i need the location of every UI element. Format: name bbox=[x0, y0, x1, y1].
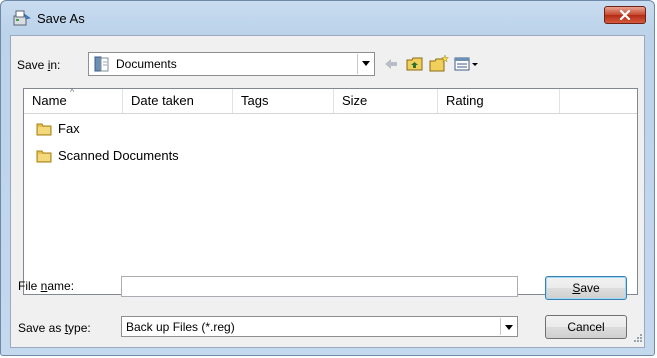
save-in-label: Save in: bbox=[17, 58, 61, 72]
up-one-level-icon bbox=[406, 57, 423, 71]
list-item-label: Fax bbox=[58, 121, 80, 136]
sort-ascending-icon: ^ bbox=[70, 87, 75, 97]
back-button[interactable] bbox=[383, 54, 399, 74]
column-size[interactable]: Size bbox=[334, 89, 438, 113]
list-item-label: Scanned Documents bbox=[58, 148, 179, 163]
save-as-app-icon bbox=[13, 10, 31, 26]
column-tags[interactable]: Tags bbox=[233, 89, 334, 113]
window-title: Save As bbox=[37, 11, 85, 26]
save-in-combobox[interactable]: Documents bbox=[88, 52, 375, 76]
title-bar[interactable]: Save As bbox=[1, 1, 654, 35]
close-button[interactable] bbox=[604, 6, 646, 24]
views-menu-button[interactable] bbox=[454, 54, 480, 74]
back-arrow-icon bbox=[385, 59, 397, 69]
save-as-type-dropdown-button[interactable] bbox=[500, 318, 516, 335]
column-header: Name ^ Date taken Tags Size Rating bbox=[24, 87, 637, 114]
cancel-button[interactable]: Cancel bbox=[545, 315, 627, 339]
save-as-dialog: Save As Save in: Documents Name ^ Date t… bbox=[0, 0, 655, 356]
save-as-type-value: Back up Files (*.reg) bbox=[126, 320, 235, 334]
save-in-dropdown-button[interactable] bbox=[357, 54, 373, 74]
file-name-label: File name: bbox=[18, 279, 75, 293]
chevron-down-icon bbox=[505, 325, 513, 330]
new-folder-icon bbox=[429, 54, 450, 72]
up-one-level-button[interactable] bbox=[406, 54, 424, 74]
column-name[interactable]: Name ^ bbox=[24, 87, 123, 113]
create-new-folder-button[interactable] bbox=[429, 54, 450, 74]
documents-library-icon bbox=[94, 56, 110, 75]
resize-grip[interactable] bbox=[633, 332, 643, 346]
save-as-type-label: Save as type: bbox=[18, 321, 91, 335]
file-name-input[interactable] bbox=[121, 276, 518, 297]
views-menu-icon bbox=[454, 57, 478, 71]
column-rating[interactable]: Rating bbox=[438, 89, 560, 113]
column-date-taken[interactable]: Date taken bbox=[123, 89, 233, 113]
save-in-value: Documents bbox=[116, 57, 177, 71]
save-as-type-combobox[interactable]: Back up Files (*.reg) bbox=[121, 316, 518, 337]
close-icon bbox=[619, 10, 631, 20]
save-button[interactable]: Save bbox=[545, 276, 627, 300]
dialog-client-area: Save in: Documents Name ^ Date taken Tag… bbox=[10, 35, 645, 348]
chevron-down-icon bbox=[362, 61, 370, 66]
folder-icon bbox=[36, 122, 52, 142]
folder-icon bbox=[36, 149, 52, 169]
file-list-view[interactable]: Name ^ Date taken Tags Size Rating Fax S… bbox=[23, 87, 638, 295]
